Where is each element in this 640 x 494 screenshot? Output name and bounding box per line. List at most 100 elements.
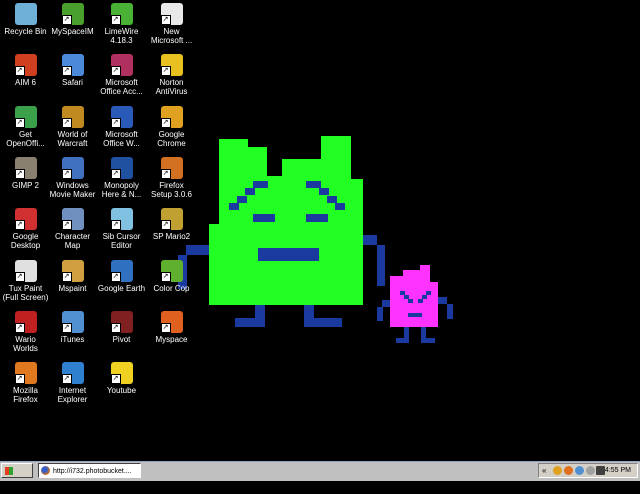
desktop-icon-label: Wario xyxy=(15,334,36,344)
start-button[interactable]: Start xyxy=(1,463,33,491)
desktop-icon-norton[interactable]: ↗ Norton AntiVirus xyxy=(146,53,197,103)
desktop-icon-label: Microsoft xyxy=(105,78,138,88)
office-word-icon: ↗ xyxy=(110,105,133,128)
desktop-icon-cursor-editor[interactable]: ↗ Sib Cursor Editor xyxy=(96,207,147,257)
google-earth-icon: ↗ xyxy=(110,259,133,282)
desktop-icon-aim[interactable]: ↗ AIM 6 xyxy=(0,53,51,103)
desktop-icon-warcraft[interactable]: ↗ World of Warcraft xyxy=(47,105,98,155)
firefox-setup-icon: ↗ xyxy=(160,156,183,179)
desktop-icon-recycle-bin[interactable]: Recycle Bin xyxy=(0,2,51,52)
desktop-icon-gimp[interactable]: ↗ GIMP 2 xyxy=(0,156,51,206)
desktop-icon-openoffice[interactable]: ↗ Get OpenOffi... xyxy=(0,105,51,155)
itunes-icon: ↗ xyxy=(61,310,84,333)
desktop-icon-office-access[interactable]: ↗ Microsoft Office Acc... xyxy=(96,53,147,103)
desktop-icon-myspace[interactable]: ↗ Myspace xyxy=(146,310,197,360)
desktop-icon-label: MySpaceIM xyxy=(51,27,94,36)
desktop-icon-label: Youtube xyxy=(106,386,137,396)
tray-app-icon[interactable] xyxy=(575,466,584,475)
desktop-icon-mario[interactable]: ↗ SP Mario2 xyxy=(146,207,197,257)
shortcut-arrow-icon: ↗ xyxy=(160,117,171,128)
desktop-icon-label: (Full Screen) xyxy=(2,292,49,302)
desktop-icon-document[interactable]: ↗ New Microsoft ... xyxy=(146,2,197,52)
desktop-icon-label: Microsoft xyxy=(105,129,138,139)
desktop-icon-label: Mozilla xyxy=(13,386,38,396)
shortcut-arrow-icon: ↗ xyxy=(61,271,72,282)
mario-icon: ↗ xyxy=(160,208,183,231)
tray-expand-chevron-icon[interactable]: « xyxy=(542,464,546,477)
shortcut-arrow-icon: ↗ xyxy=(14,374,25,385)
taskbar-button-firefox[interactable]: http://i732.photobucket.... xyxy=(38,463,141,478)
desktop-icon-label: Map xyxy=(64,241,81,251)
shortcut-arrow-icon: ↗ xyxy=(160,66,171,77)
volume-icon[interactable] xyxy=(596,466,605,475)
desktop-icon-safari-compass[interactable]: ↗ Safari xyxy=(47,53,98,103)
shortcut-arrow-icon: ↗ xyxy=(110,271,121,282)
desktop-icon-chrome[interactable]: ↗ Google Chrome xyxy=(146,105,197,155)
desktop-icon-color-cop[interactable]: ↗ Color Cop xyxy=(146,259,197,309)
desktop-icon-label: Firefox xyxy=(159,180,184,190)
desktop-icon-itunes[interactable]: ↗ iTunes xyxy=(47,310,98,360)
shortcut-arrow-icon: ↗ xyxy=(14,271,25,282)
desktop-icon-firefox[interactable]: ↗ Mozilla Firefox xyxy=(0,361,51,411)
desktop-icon-character-map[interactable]: ↗ Character Map xyxy=(47,207,98,257)
desktop-icon-tux-paint[interactable]: ↗ Tux Paint (Full Screen) xyxy=(0,259,51,309)
desktop-icon-youtube-star[interactable]: ↗ Youtube xyxy=(96,361,147,411)
desktop-icon-label: Myspace xyxy=(155,334,188,344)
desktop-icon-label: Worlds xyxy=(13,343,38,353)
big-green-character xyxy=(178,136,385,327)
desktop-icon-label: AntiVirus xyxy=(155,87,188,97)
desktop-icon-internet-explorer[interactable]: ↗ Internet Explorer xyxy=(47,361,98,411)
norton-icon: ↗ xyxy=(160,54,183,77)
desktop-icon-label: Here & N... xyxy=(101,189,142,199)
shortcut-arrow-icon: ↗ xyxy=(110,168,121,179)
desktop-icon-firefox-setup[interactable]: ↗ Firefox Setup 3.0.6 xyxy=(146,156,197,206)
desktop-icon-label: Safari xyxy=(62,78,83,88)
small-pink-character xyxy=(377,265,453,343)
taskbar: Start http://i732.photobucket.... « 4:55… xyxy=(0,461,640,491)
desktop-icon-paint[interactable]: ↗ Mspaint xyxy=(47,259,98,309)
desktop: Recycle Bin ↗ MySpaceIM ↗ LimeWire 4.18.3 ↗ New… xyxy=(0,0,640,461)
internet-explorer-icon: ↗ xyxy=(61,362,84,385)
desktop-icon-office-word[interactable]: ↗ Microsoft Office W... xyxy=(96,105,147,155)
desktop-icon-google-earth[interactable]: ↗ Google Earth xyxy=(96,259,147,309)
desktop-icon-google-desktop[interactable]: ↗ Google Desktop xyxy=(0,207,51,257)
office-access-icon: ↗ xyxy=(110,54,133,77)
movie-maker-icon: ↗ xyxy=(61,156,84,179)
shortcut-arrow-icon: ↗ xyxy=(61,374,72,385)
desktop-icon-label: Office W... xyxy=(103,138,140,148)
shortcut-arrow-icon: ↗ xyxy=(110,374,121,385)
monopoly-icon: ↗ xyxy=(110,156,133,179)
shortcut-arrow-icon: ↗ xyxy=(61,168,72,179)
desktop-icon-pivot[interactable]: ↗ Pivot xyxy=(96,310,147,360)
recycle-bin-icon xyxy=(14,3,37,25)
shortcut-arrow-icon: ↗ xyxy=(160,220,171,231)
desktop-icon-limewire[interactable]: ↗ LimeWire 4.18.3 xyxy=(96,2,147,52)
shortcut-arrow-icon: ↗ xyxy=(160,271,171,282)
document-icon: ↗ xyxy=(160,3,183,25)
tray-app-icon[interactable] xyxy=(586,466,595,475)
system-tray: « 4:55 PM xyxy=(538,463,638,478)
desktop-icon-label: GIMP 2 xyxy=(12,180,39,190)
aim-icon: ↗ xyxy=(14,54,37,77)
windows-logo-icon xyxy=(5,467,13,475)
shortcut-arrow-icon: ↗ xyxy=(110,15,121,25)
big-character-body xyxy=(209,136,363,305)
myspaceim-icon: ↗ xyxy=(61,3,84,25)
shortcut-arrow-icon: ↗ xyxy=(14,168,25,179)
shortcut-arrow-icon: ↗ xyxy=(110,220,121,231)
desktop-icon-movie-maker[interactable]: ↗ Windows Movie Maker xyxy=(47,156,98,206)
tray-app-icon[interactable] xyxy=(564,466,573,475)
desktop-icon-label: Desktop xyxy=(10,241,41,251)
desktop-icon-label: Color Cop xyxy=(153,283,190,293)
desktop-icon-label: Google Earth xyxy=(97,283,146,293)
wario-icon: ↗ xyxy=(14,310,37,333)
desktop-icon-label: Windows xyxy=(56,180,89,190)
desktop-icon-monopoly[interactable]: ↗ Monopoly Here & N... xyxy=(96,156,147,206)
shortcut-arrow-icon: ↗ xyxy=(160,15,171,25)
desktop-icon-label: Recycle Bin xyxy=(4,27,47,36)
desktop-icon-label: Microsoft ... xyxy=(150,36,193,45)
tray-app-icon[interactable] xyxy=(553,466,562,475)
desktop-icon-label: Warcraft xyxy=(57,138,88,148)
desktop-icon-myspaceim[interactable]: ↗ MySpaceIM xyxy=(47,2,98,52)
desktop-icon-wario[interactable]: ↗ Wario Worlds xyxy=(0,310,51,360)
